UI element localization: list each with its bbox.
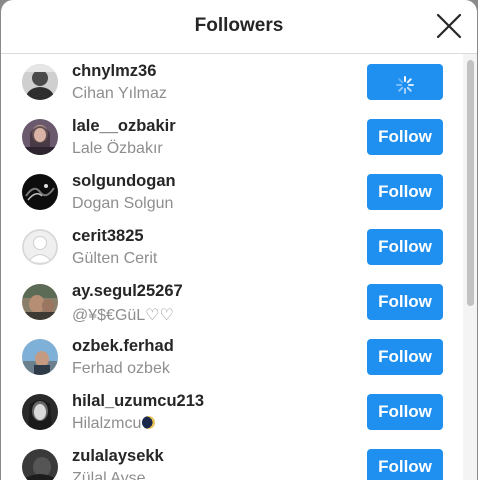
list-item[interactable]: cerit3825 Gülten Cerit Follow (1, 219, 463, 274)
scrollbar[interactable] (463, 54, 477, 480)
loading-spinner-icon (395, 72, 415, 108)
follow-button[interactable]: Follow (367, 119, 443, 155)
avatar[interactable] (22, 339, 58, 375)
list-item[interactable]: zulalaysekk Zülal Ayse Follow (1, 439, 463, 480)
follow-button[interactable]: Follow (367, 174, 443, 210)
list-item[interactable]: chnylmz36 Cihan Yılmaz (1, 54, 463, 109)
username[interactable]: ay.segul25267 (72, 282, 183, 301)
avatar[interactable] (22, 119, 58, 155)
username[interactable]: ozbek.ferhad (72, 337, 174, 356)
fullname: @¥$€GüL♡♡ (72, 307, 174, 324)
username[interactable]: zulalaysekk (72, 447, 164, 466)
avatar[interactable] (22, 394, 58, 430)
list-item[interactable]: lale__ozbakir Lale Özbakır Follow (1, 109, 463, 164)
follow-button[interactable]: Follow (367, 449, 443, 480)
fullname: Ferhad ozbek (72, 360, 170, 377)
follow-button[interactable]: Follow (367, 394, 443, 430)
follow-button-loading[interactable] (367, 64, 443, 100)
avatar[interactable] (22, 284, 58, 320)
fullname: Hilalzmcu (72, 415, 156, 433)
fullname: Zülal Ayse (72, 470, 146, 480)
scrollbar-thumb[interactable] (467, 60, 474, 306)
default-avatar-icon[interactable] (22, 229, 58, 265)
list-item[interactable]: hilal_uzumcu213 Hilalzmcu Follow (1, 384, 463, 439)
username[interactable]: hilal_uzumcu213 (72, 392, 204, 411)
avatar[interactable] (22, 64, 58, 100)
follow-button[interactable]: Follow (367, 284, 443, 320)
moon-icon (142, 416, 156, 429)
username[interactable]: cerit3825 (72, 227, 144, 246)
username[interactable]: chnylmz36 (72, 62, 156, 81)
fullname: Gülten Cerit (72, 250, 158, 267)
follow-button[interactable]: Follow (367, 339, 443, 375)
fullname-text: Hilalzmcu (72, 415, 142, 432)
username[interactable]: solgundogan (72, 172, 176, 191)
close-icon[interactable] (435, 12, 463, 40)
dialog-header: Followers (1, 0, 477, 54)
fullname: Cihan Yılmaz (72, 85, 167, 102)
list-item[interactable]: solgundogan Dogan Solgun Follow (1, 164, 463, 219)
fullname: Dogan Solgun (72, 195, 174, 212)
avatar[interactable] (22, 174, 58, 210)
followers-list[interactable]: chnylmz36 Cihan Yılmaz lale__ozbakir Lal… (1, 54, 477, 480)
follow-button[interactable]: Follow (367, 229, 443, 265)
followers-dialog: Followers chnylmz36 Cihan Yılmaz lale__o… (1, 0, 477, 480)
dialog-title: Followers (194, 15, 284, 36)
list-item[interactable]: ay.segul25267 @¥$€GüL♡♡ Follow (1, 274, 463, 329)
fullname: Lale Özbakır (72, 140, 163, 157)
username[interactable]: lale__ozbakir (72, 117, 176, 136)
list-item[interactable]: ozbek.ferhad Ferhad ozbek Follow (1, 329, 463, 384)
avatar[interactable] (22, 449, 58, 480)
